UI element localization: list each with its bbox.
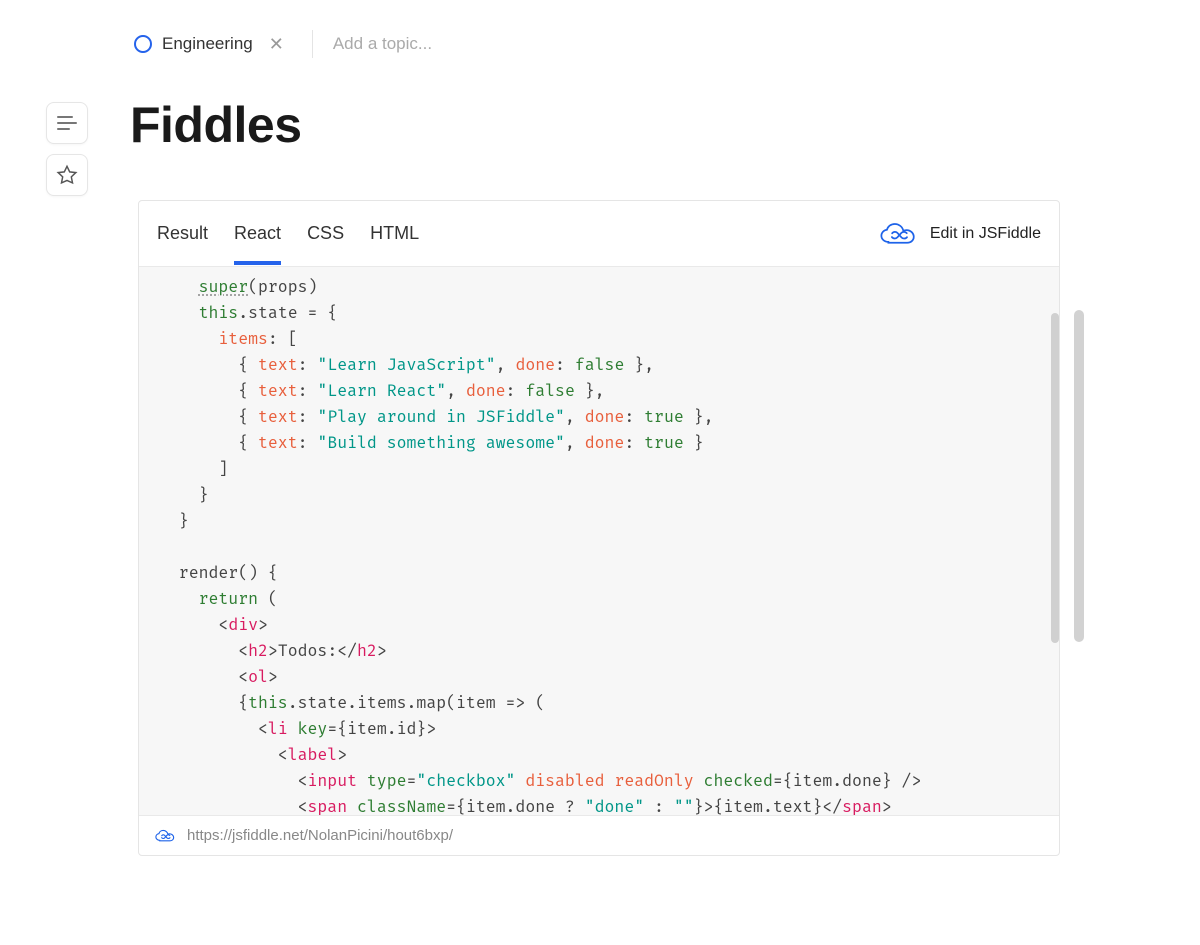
fiddle-url[interactable]: https://jsfiddle.net/NolanPicini/hout6bx… <box>187 827 453 844</box>
jsfiddle-embed: Result React CSS HTML Edit in JSFiddle s… <box>138 200 1060 856</box>
code-editor[interactable]: super(props) this.state = { items: [ { t… <box>139 267 1059 815</box>
topic-label: Engineering <box>162 34 253 54</box>
code-scrollbar[interactable] <box>1051 313 1059 643</box>
edit-in-jsfiddle-link[interactable]: Edit in JSFiddle <box>876 220 1041 248</box>
add-topic-input[interactable]: Add a topic... <box>327 34 432 54</box>
page-title: Fiddles <box>130 96 302 154</box>
jsfiddle-icon <box>876 220 920 248</box>
star-icon <box>56 164 78 186</box>
topic-chip[interactable]: Engineering ✕ <box>130 30 298 58</box>
page-scrollbar[interactable] <box>1074 310 1084 642</box>
list-icon <box>57 116 77 130</box>
jsfiddle-small-icon <box>153 828 177 844</box>
toc-button[interactable] <box>46 102 88 144</box>
tab-html[interactable]: HTML <box>370 203 419 264</box>
tab-result[interactable]: Result <box>157 203 208 264</box>
topic-color-icon <box>134 35 152 53</box>
remove-topic-button[interactable]: ✕ <box>263 35 290 53</box>
favorite-button[interactable] <box>46 154 88 196</box>
tab-css[interactable]: CSS <box>307 203 344 264</box>
separator <box>312 30 313 58</box>
code-content: super(props) this.state = { items: [ { t… <box>139 273 1059 815</box>
tab-react[interactable]: React <box>234 203 281 264</box>
edit-link-label: Edit in JSFiddle <box>930 225 1041 243</box>
